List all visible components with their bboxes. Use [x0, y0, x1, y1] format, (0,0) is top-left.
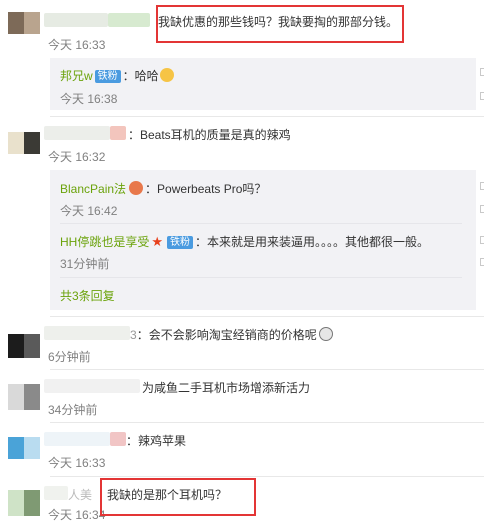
edge-icon — [480, 205, 484, 213]
reply-text: ：本来就是用来装逼用。。。。其他都很一般。 — [195, 235, 430, 249]
fan-badge: 铁粉 — [167, 236, 193, 249]
edge-icon — [480, 68, 484, 76]
avatar[interactable] — [8, 490, 40, 516]
laugh-emoji-icon — [159, 68, 174, 82]
highlight-box — [100, 478, 256, 516]
username-blurred[interactable] — [44, 13, 108, 27]
reply-text: ：Powerbeats Pro吗？ — [145, 182, 267, 196]
comment-text: ：辣鸡苹果 — [126, 434, 187, 448]
username-blurred[interactable] — [44, 379, 140, 393]
more-replies-link[interactable]: 共3条回复 — [60, 287, 115, 304]
edge-icon — [480, 92, 484, 100]
comment-text-line: 3：会不会影响淘宝经销商的价格呢 — [130, 326, 333, 343]
reply-line: 邦兄w 铁粉 ：哈哈 — [60, 67, 174, 84]
divider — [60, 223, 462, 224]
reply-username[interactable]: BlancPain法 — [60, 182, 126, 196]
comment-time: 今天 16:33 — [48, 456, 106, 470]
divider — [50, 422, 484, 423]
username-blurred[interactable] — [110, 432, 126, 446]
divider — [50, 116, 484, 117]
avatar[interactable] — [8, 12, 40, 34]
edge-icon — [480, 258, 484, 266]
highlight-box — [156, 5, 404, 43]
divider — [50, 316, 484, 317]
reply-username[interactable]: HH停跳也是享受 — [60, 235, 149, 249]
username-blurred[interactable] — [110, 126, 126, 140]
reply-time: 31分钟前 — [60, 257, 110, 271]
edge-icon — [480, 236, 484, 244]
reply-time: 今天 16:38 — [60, 92, 118, 106]
edge-icon — [480, 182, 484, 190]
username-blurred[interactable] — [44, 432, 110, 446]
username-blurred[interactable] — [44, 326, 130, 340]
comment-time: 今天 16:34 — [48, 508, 106, 522]
fan-badge: 铁粉 — [94, 70, 121, 83]
comment-time: 34分钟前 — [48, 403, 98, 417]
divider — [50, 369, 484, 370]
avatar[interactable] — [8, 437, 40, 459]
divider — [60, 277, 462, 278]
comment-text: ：Beats耳机的质量是真的辣鸡 — [128, 128, 291, 142]
username-blurred[interactable] — [44, 486, 68, 500]
comment-time: 今天 16:32 — [48, 150, 106, 164]
star-icon: ★ — [151, 234, 163, 249]
avatar[interactable] — [8, 132, 40, 154]
reply-text: ：哈哈 — [122, 69, 159, 83]
name-fragment: 3 — [130, 328, 137, 342]
reply-line: HH停跳也是享受 ★ 铁粉 ：本来就是用来装逼用。。。。其他都很一般。 — [60, 233, 429, 250]
comment-text: ：会不会影响淘宝经销商的价格呢 — [136, 328, 317, 342]
face-emoji-icon — [129, 181, 144, 195]
reply-line: BlancPain法 ：Powerbeats Pro吗？ — [60, 180, 266, 197]
username-blurred[interactable] — [44, 126, 110, 140]
name-fragment: 人美 — [68, 488, 93, 502]
avatar[interactable] — [8, 384, 40, 410]
comment-text: 为咸鱼二手耳机市场增添新活力 — [142, 381, 311, 395]
reply-time: 今天 16:42 — [60, 204, 118, 218]
divider — [50, 476, 484, 477]
scared-emoji-icon — [318, 327, 333, 341]
username-blurred[interactable] — [108, 13, 150, 27]
avatar[interactable] — [8, 334, 40, 358]
comment-time: 6分钟前 — [48, 350, 91, 364]
reply-username[interactable]: 邦兄w — [60, 69, 93, 83]
comment-time: 今天 16:33 — [48, 38, 106, 52]
